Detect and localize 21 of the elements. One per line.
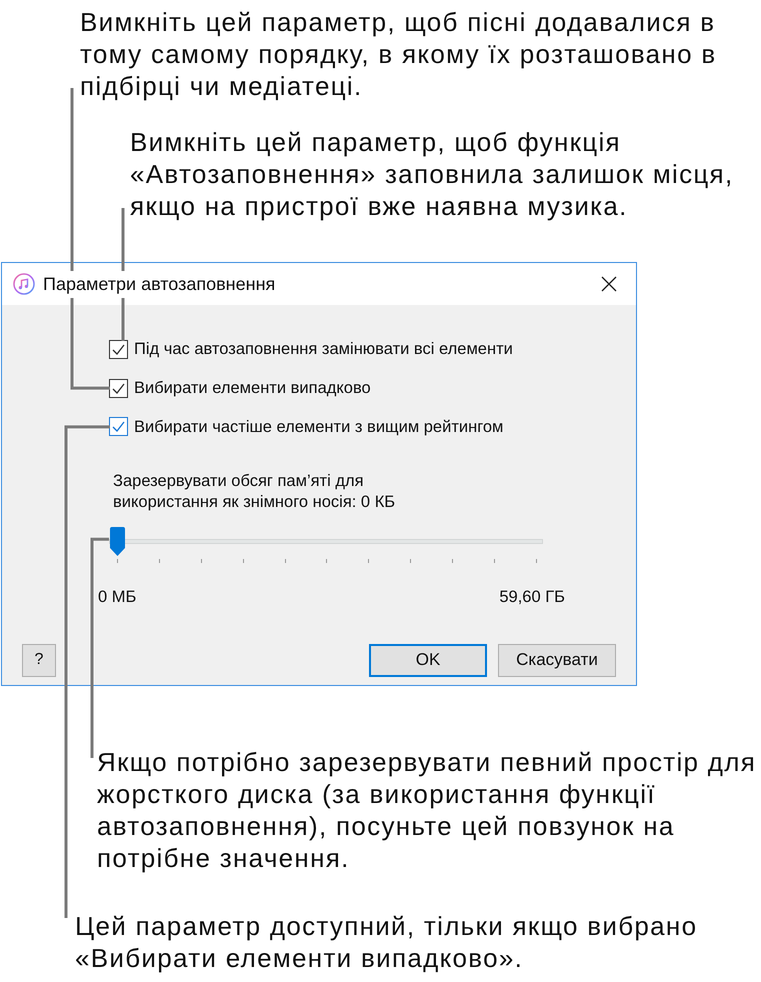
- slider-label: Зарезервувати обсяг пам’яті для використання як знімного носія: 0 КБ: [113, 471, 396, 514]
- max-label: 59,60 ГБ: [499, 587, 565, 608]
- slider-track[interactable]: [109, 539, 543, 544]
- checkbox-label: Вибирати частіше елементи з вищим рейтингом: [134, 416, 504, 438]
- checkbox[interactable]: [110, 380, 127, 397]
- checkbox[interactable]: [110, 340, 127, 358]
- callout-text: Цей параметр доступний, тільки якщо вибрано «Вибирати елементи випадково».: [75, 910, 698, 974]
- help-button[interactable]: ?: [22, 644, 56, 676]
- min-label: 0 МБ: [98, 587, 136, 608]
- slider-thumb[interactable]: [109, 527, 126, 558]
- checkbox-label: Під час автозаповнення замінювати всі елементи: [134, 339, 513, 360]
- checkbox-label: Вибирати елементи випадково: [134, 378, 371, 399]
- dialog-button[interactable]: Скасувати: [498, 644, 616, 676]
- window-title: Параметри автозаповнення: [43, 270, 276, 298]
- dialog-button[interactable]: OK: [369, 644, 487, 676]
- music-note-icon: [13, 273, 35, 295]
- callout-text: Якщо потрібно зарезервувати певний простір для жорсткого диска (за використання функції автозаповнення), посуньте цей повзунок на потрібне значення.: [97, 746, 758, 874]
- close-button[interactable]: [600, 275, 618, 293]
- callout-text: Вимкніть цей параметр, щоб пісні додавалися в тому самому порядку, в якому їх розташовано в підбірці чи медіатеці.: [80, 6, 718, 102]
- close-icon: [601, 276, 617, 292]
- callout-text: Вимкніть цей параметр, щоб функція «Автозаповнення» заповнила залишок місця, якщо на пристрої вже наявна музика.: [130, 126, 734, 222]
